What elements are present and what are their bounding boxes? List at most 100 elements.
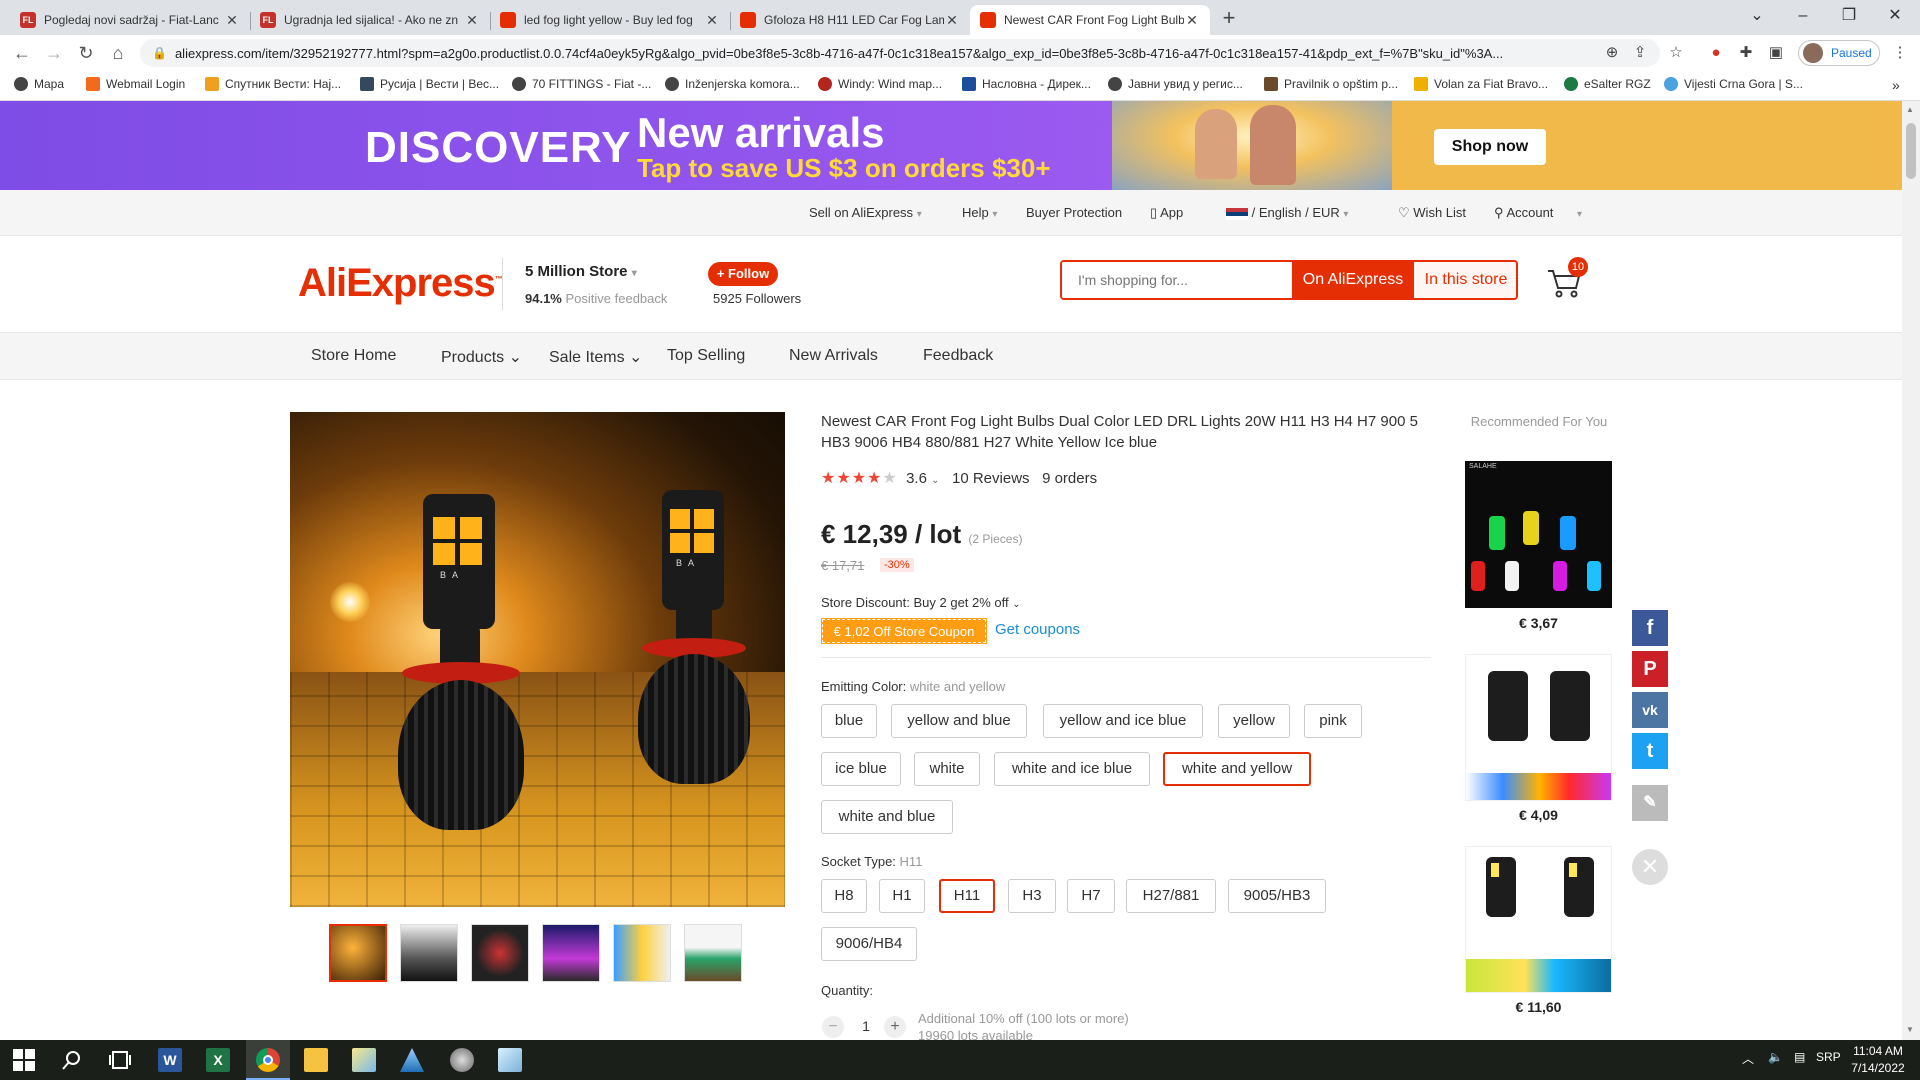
bookmark-item[interactable]: Webmail Login xyxy=(86,77,185,91)
volume-icon[interactable]: 🔈 xyxy=(1768,1050,1783,1064)
notification-center-icon[interactable]: ▤ xyxy=(1794,1050,1805,1064)
quantity-value[interactable]: 1 xyxy=(858,1018,874,1034)
language-indicator[interactable]: SRP xyxy=(1816,1050,1841,1064)
close-icon[interactable]: ✕ xyxy=(1184,12,1200,29)
back-icon[interactable]: ← xyxy=(10,42,34,64)
wishlist-link[interactable]: ♡ Wish List xyxy=(1398,205,1466,221)
recommended-item-3-image[interactable] xyxy=(1465,846,1612,993)
sell-link[interactable]: Sell on AliExpress ▾ xyxy=(809,205,922,220)
scrollbar-thumb[interactable] xyxy=(1906,123,1916,179)
edit-icon[interactable]: ✎ xyxy=(1632,785,1668,821)
windows-start-icon[interactable] xyxy=(12,1048,36,1072)
follow-button[interactable]: + Follow xyxy=(708,262,778,286)
bookmark-item[interactable]: Спутник Вести: Нај... xyxy=(205,77,341,91)
store-name[interactable]: 5 Million Store ▾ xyxy=(525,263,637,280)
scroll-down-icon[interactable]: ▼ xyxy=(1906,1025,1914,1034)
socket-option[interactable]: H1 xyxy=(879,879,925,913)
app-link[interactable]: ▯ App xyxy=(1150,205,1183,221)
color-option[interactable]: white and ice blue xyxy=(994,752,1150,786)
search-on-aliexpress-button[interactable]: On AliExpress xyxy=(1292,262,1414,298)
socket-option[interactable]: H27/881 xyxy=(1126,879,1216,913)
recommended-item-2-image[interactable] xyxy=(1465,654,1612,801)
socket-option[interactable]: H3 xyxy=(1008,879,1056,913)
tab-2[interactable]: FL Ugradnja led sijalica! - Ako ne zn ✕ xyxy=(250,5,490,35)
recommended-item-3-price[interactable]: € 11,60 xyxy=(1465,999,1612,1015)
socket-option[interactable]: H7 xyxy=(1067,879,1115,913)
nav-top-selling[interactable]: Top Selling xyxy=(667,347,745,365)
socket-option[interactable]: H8 xyxy=(821,879,867,913)
color-option[interactable]: yellow and ice blue xyxy=(1043,704,1203,738)
thumbnail-6[interactable] xyxy=(684,924,742,982)
promo-banner[interactable]: DISCOVERY New arrivals Tap to save US $3… xyxy=(0,101,1902,190)
buyer-protection-link[interactable]: Buyer Protection xyxy=(1026,205,1122,220)
color-option[interactable]: yellow xyxy=(1218,704,1290,738)
twitter-share-icon[interactable]: t xyxy=(1632,733,1668,769)
chevron-down-icon[interactable]: ⌄ xyxy=(931,475,939,486)
quantity-decrease-button[interactable]: − xyxy=(822,1016,844,1038)
file-explorer-icon[interactable] xyxy=(304,1048,328,1072)
color-option[interactable]: yellow and blue xyxy=(891,704,1027,738)
bookmark-item[interactable]: Inženjerska komora... xyxy=(665,77,800,91)
reviews-link[interactable]: 10 Reviews xyxy=(952,470,1030,487)
color-option[interactable]: white xyxy=(914,752,980,786)
recommended-item-1-price[interactable]: € 3,67 xyxy=(1465,615,1612,631)
thumbnail-1[interactable] xyxy=(329,924,387,982)
shop-now-button[interactable]: Shop now xyxy=(1434,129,1546,165)
product-main-image[interactable]: BA BA xyxy=(290,412,785,907)
bookmark-item[interactable]: Pravilnik o opštim p... xyxy=(1264,77,1398,91)
store-discount[interactable]: Store Discount: Buy 2 get 2% off ⌄ xyxy=(821,595,1021,610)
color-option[interactable]: blue xyxy=(821,704,877,738)
thumbnail-2[interactable] xyxy=(400,924,458,982)
close-icon[interactable]: ✕ xyxy=(704,12,720,29)
quantity-increase-button[interactable]: + xyxy=(884,1016,906,1038)
extensions-puzzle-icon[interactable]: ✚ xyxy=(1736,44,1756,62)
account-link[interactable]: ⚲ Account ▾ xyxy=(1494,205,1582,221)
tab-1[interactable]: FL Pogledaj novi sadržaj - Fiat-Lanc ✕ xyxy=(10,5,250,35)
close-window-button[interactable]: ✕ xyxy=(1872,0,1918,32)
thumbnail-4[interactable] xyxy=(542,924,600,982)
bookmark-item[interactable]: Volan za Fiat Bravo... xyxy=(1414,77,1548,91)
tab-3[interactable]: led fog light yellow - Buy led fog ✕ xyxy=(490,5,730,35)
word-icon[interactable]: W xyxy=(158,1048,182,1072)
scroll-up-icon[interactable]: ▲ xyxy=(1906,105,1914,114)
color-option[interactable]: pink xyxy=(1304,704,1362,738)
facebook-share-icon[interactable]: f xyxy=(1632,610,1668,646)
bookmark-item[interactable]: Русија | Вести | Вес... xyxy=(360,77,499,91)
close-icon[interactable]: ✕ xyxy=(464,12,480,29)
search-icon[interactable] xyxy=(60,1048,84,1072)
app-icon[interactable] xyxy=(400,1048,424,1072)
pinterest-share-icon[interactable]: P xyxy=(1632,651,1668,687)
thumbnail-5[interactable] xyxy=(613,924,671,982)
nav-feedback[interactable]: Feedback xyxy=(923,347,993,365)
bookmark-item[interactable]: 70 FITTINGS - Fiat -... xyxy=(512,77,651,91)
nav-products[interactable]: Products ⌄ xyxy=(441,347,522,367)
bookmark-item[interactable]: Mapa xyxy=(14,77,64,91)
aliexpress-logo[interactable]: AliExpress™ xyxy=(298,261,503,306)
bookmark-item[interactable]: Windy: Wind map... xyxy=(818,77,942,91)
more-bookmarks-icon[interactable]: » xyxy=(1892,77,1900,93)
menu-icon[interactable]: ⋮ xyxy=(1890,44,1910,62)
page-scrollbar[interactable]: ▲ ▼ xyxy=(1902,101,1920,1040)
maximize-button[interactable]: ❐ xyxy=(1826,0,1872,32)
socket-option[interactable]: 9005/HB3 xyxy=(1228,879,1326,913)
reload-icon[interactable]: ↻ xyxy=(74,42,98,64)
color-option[interactable]: white and blue xyxy=(821,800,953,834)
socket-option-selected[interactable]: H11 xyxy=(939,879,995,913)
system-clock[interactable]: 11:04 AM 7/14/2022 xyxy=(1838,1043,1918,1077)
get-coupons-link[interactable]: Get coupons xyxy=(995,621,1080,638)
close-share-icon[interactable]: ✕ xyxy=(1632,849,1668,885)
search-in-store-button[interactable]: In this store xyxy=(1414,262,1516,298)
tab-search-icon[interactable]: ⌄ xyxy=(1734,0,1780,32)
address-bar[interactable]: 🔒 aliexpress.com/item/32952192777.html?s… xyxy=(140,39,1660,67)
tab-4[interactable]: Gfoloza H8 H11 LED Car Fog Lam ✕ xyxy=(730,5,970,35)
minimize-button[interactable]: – xyxy=(1780,0,1826,32)
nav-sale-items[interactable]: Sale Items ⌄ xyxy=(549,347,642,367)
language-selector[interactable]: / English / EUR ▾ xyxy=(1226,205,1348,220)
color-option-selected[interactable]: white and yellow xyxy=(1163,752,1311,786)
excel-icon[interactable]: X xyxy=(206,1048,230,1072)
tab-5-active[interactable]: Newest CAR Front Fog Light Bulb ✕ xyxy=(970,5,1210,35)
sidebar-icon[interactable]: ▣ xyxy=(1766,44,1786,62)
nav-store-home[interactable]: Store Home xyxy=(311,347,396,365)
store-coupon[interactable]: € 1,02 Off Store Coupon xyxy=(821,618,987,644)
photos-icon[interactable] xyxy=(352,1048,376,1072)
